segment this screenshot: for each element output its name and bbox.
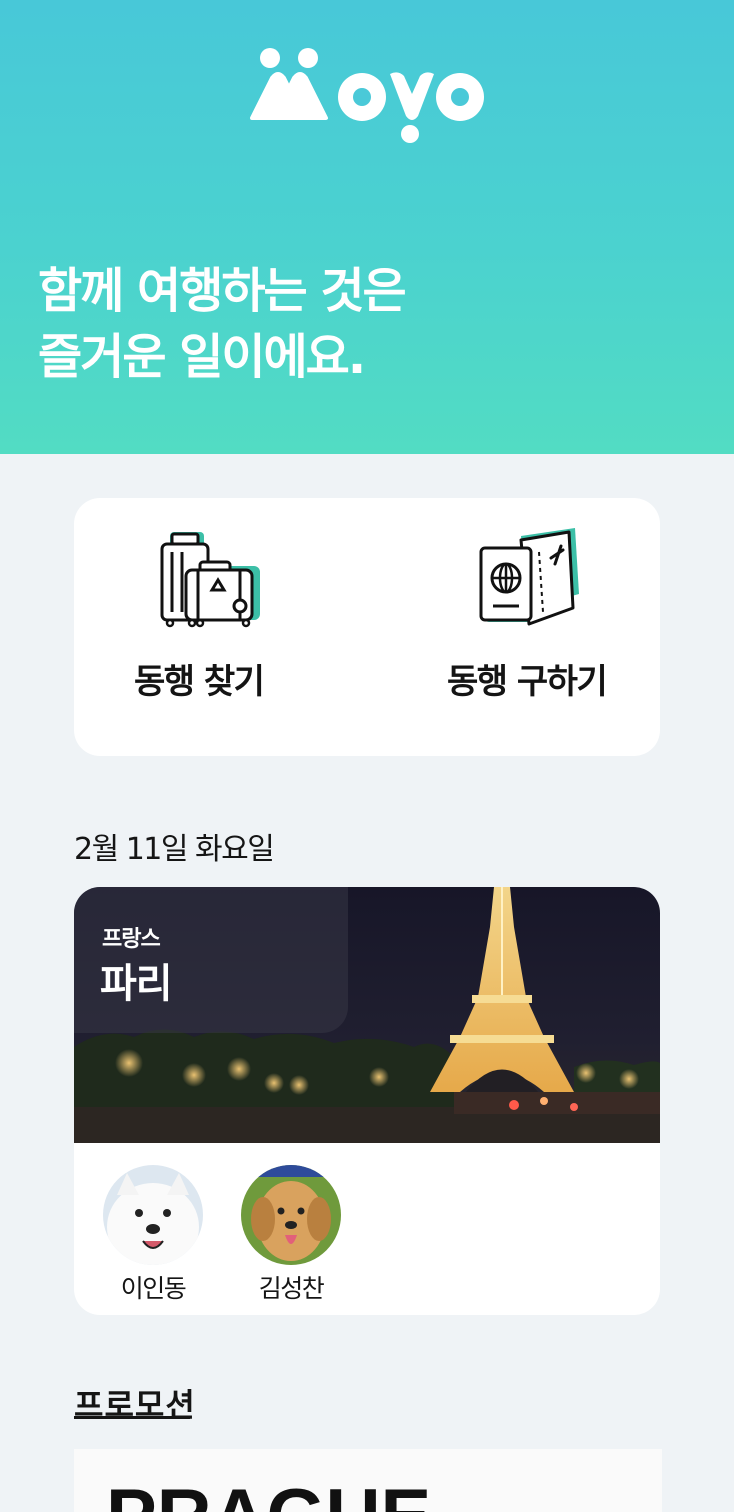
promotion-heading: 프로모션 bbox=[74, 1386, 196, 1424]
destination-city: 파리 bbox=[100, 961, 173, 1007]
moyo-logo[interactable] bbox=[248, 44, 488, 148]
companion-item[interactable]: 김성찬 bbox=[241, 1165, 341, 1305]
recruit-companion-label: 동행 구하기 bbox=[447, 662, 608, 702]
avatar bbox=[241, 1165, 341, 1265]
promotion-heading-underline bbox=[74, 1416, 190, 1419]
hero-tagline-line-2: 즐거운 일이에요. bbox=[38, 329, 366, 385]
recruit-companion-button[interactable]: 동행 구하기 bbox=[367, 498, 660, 756]
destination-country: 프랑스 bbox=[102, 927, 161, 952]
trip-card[interactable]: 프랑스 파리 이인동 김성찬 bbox=[74, 887, 660, 1315]
header-hero: 함께 여행하는 것은 즐거운 일이에요. bbox=[0, 0, 734, 454]
avatar bbox=[103, 1165, 203, 1265]
companion-name: 이인동 bbox=[120, 1274, 187, 1303]
luggage-icon bbox=[160, 532, 260, 628]
companion-item[interactable]: 이인동 bbox=[103, 1165, 203, 1305]
hero-tagline-line-1: 함께 여행하는 것은 bbox=[38, 263, 407, 319]
companion-name: 김성찬 bbox=[258, 1274, 325, 1303]
find-companion-label: 동행 찾기 bbox=[134, 662, 265, 702]
hero-tagline: 함께 여행하는 것은 즐거운 일이에요. bbox=[38, 258, 407, 390]
destination-overlay: 프랑스 파리 bbox=[74, 887, 348, 1033]
promotion-banner[interactable]: PRAGUE bbox=[74, 1449, 662, 1512]
passport-ticket-icon bbox=[479, 528, 579, 626]
menu-card: 동행 찾기 동행 구하기 bbox=[74, 498, 660, 756]
promotion-banner-title: PRAGUE bbox=[106, 1479, 431, 1512]
trip-date-heading: 2월 11일 화요일 bbox=[74, 832, 275, 867]
find-companion-button[interactable]: 동행 찾기 bbox=[74, 498, 367, 756]
